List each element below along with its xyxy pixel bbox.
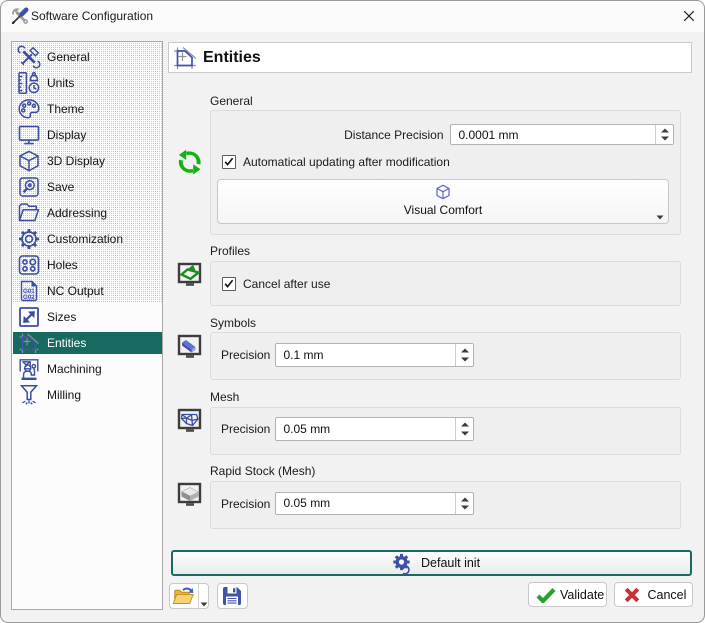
svg-text:G02: G02 xyxy=(23,293,35,300)
